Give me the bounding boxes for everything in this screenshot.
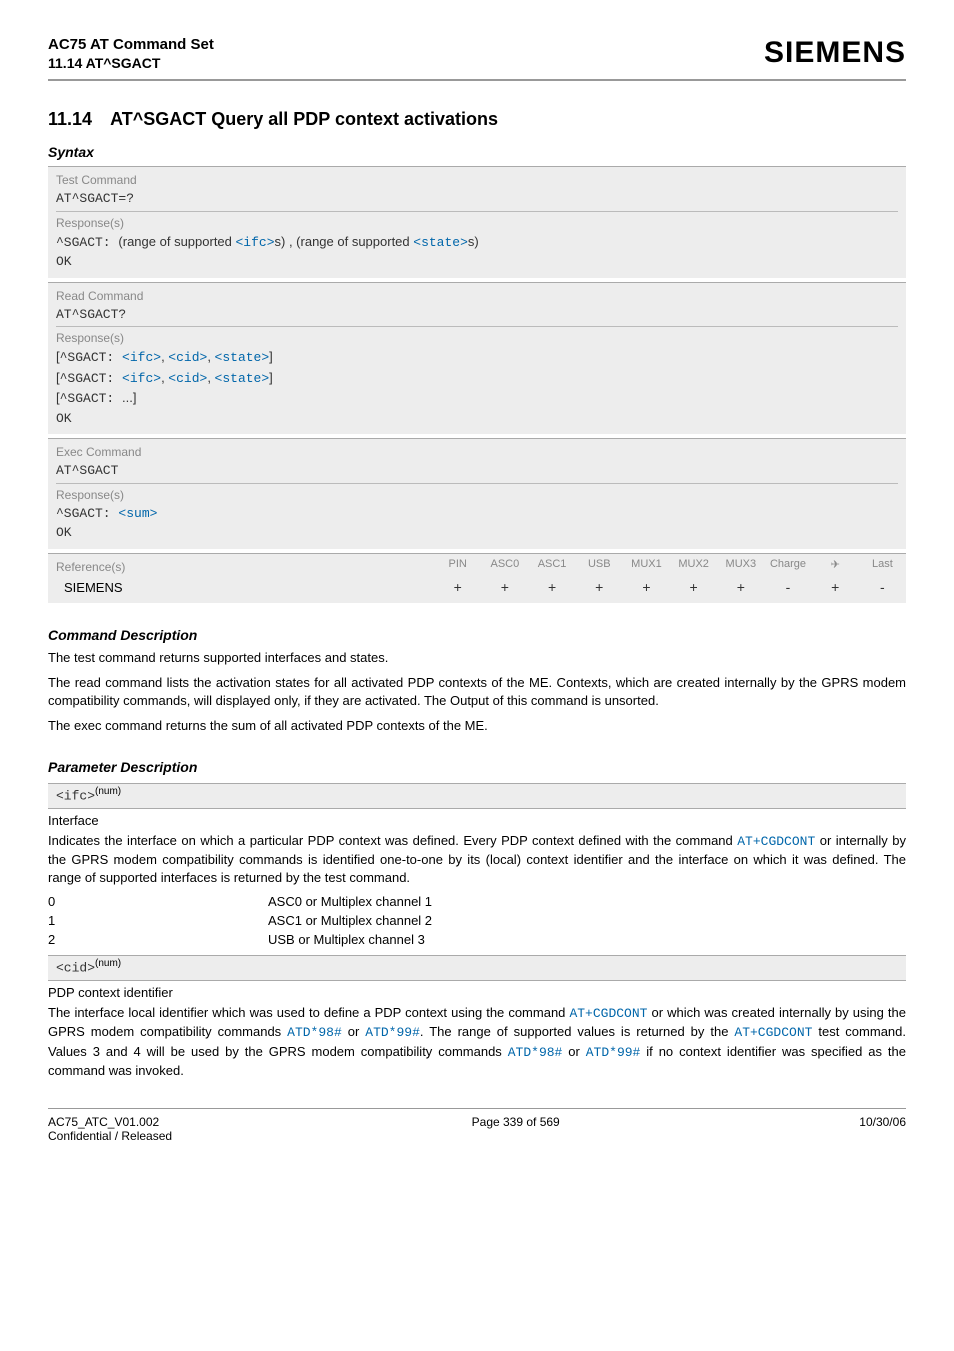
resp-p2: <state> <box>413 235 468 250</box>
page: AC75 AT Command Set 11.14 AT^SGACT SIEME… <box>0 0 954 1179</box>
ref-col-mux3: MUX3 <box>717 554 764 575</box>
param-ifc-sup: (num) <box>95 786 121 797</box>
exec-response-label: Response(s) <box>56 486 898 504</box>
exec-command-label: Exec Command <box>56 443 898 461</box>
ref-label: Reference(s) <box>56 558 426 576</box>
link-atd98[interactable]: ATD*98# <box>287 1025 342 1040</box>
param-cid-title: PDP context identifier <box>48 985 906 1000</box>
ref-row-label: SIEMENS <box>56 576 426 599</box>
link-atd98-2[interactable]: ATD*98# <box>508 1045 563 1060</box>
test-response-line: ^SGACT: (range of supported <ifc>s) , (r… <box>56 232 898 253</box>
resp-p1: <ifc> <box>236 235 275 250</box>
cmd-desc-p2: The read command lists the activation st… <box>48 674 906 709</box>
ref-val-pin: + <box>434 575 481 599</box>
read-response-line3: [^SGACT: ...] <box>56 388 898 409</box>
ref-val-usb: + <box>576 575 623 599</box>
resp-mid2: s) , (range of supported <box>275 234 414 249</box>
param-ifc-name: <ifc> <box>56 788 95 803</box>
page-footer: AC75_ATC_V01.002 Confidential / Released… <box>48 1108 906 1143</box>
siemens-logo: SIEMENS <box>764 36 906 70</box>
link-at-cgdcont-3[interactable]: AT+CGDCONT <box>734 1025 812 1040</box>
param-ifc-header: <ifc>(num) <box>48 783 906 809</box>
read-response-label: Response(s) <box>56 329 898 347</box>
ref-left-col: Reference(s) SIEMENS <box>48 554 434 603</box>
section-title-text: AT^SGACT Query all PDP context activatio… <box>110 109 498 129</box>
cmd-desc-p3: The exec command returns the sum of all … <box>48 717 906 735</box>
param-ifc-title: Interface <box>48 813 906 828</box>
param-cid-header: <cid>(num) <box>48 955 906 981</box>
resp-prefix: ^SGACT: <box>56 235 111 250</box>
ref-col-pin: PIN <box>434 554 481 575</box>
read-ok: OK <box>56 409 898 429</box>
ifc-row-0: 0 ASC0 or Multiplex channel 1 <box>48 894 906 909</box>
resp-mid3: s) <box>468 234 479 249</box>
ref-col-last: Last <box>859 554 906 575</box>
exec-ok: OK <box>56 523 898 543</box>
ref-header-row: PIN ASC0 ASC1 USB MUX1 MUX2 MUX3 Charge … <box>434 554 906 575</box>
command-description-label: Command Description <box>48 627 906 643</box>
doc-subtitle: 11.14 AT^SGACT <box>48 55 214 71</box>
param-cid-sup: (num) <box>95 958 121 969</box>
ref-val-asc0: + <box>481 575 528 599</box>
reference-table: Reference(s) SIEMENS PIN ASC0 ASC1 USB M… <box>48 553 906 603</box>
exec-command-block: Exec Command AT^SGACT Response(s) ^SGACT… <box>48 438 906 549</box>
ref-value-row: + + + + + + + - + - <box>434 575 906 599</box>
ifc-row-2: 2 USB or Multiplex channel 3 <box>48 932 906 947</box>
param-ifc-body: Indicates the interface on which a parti… <box>48 832 906 887</box>
section-heading: 11.14 AT^SGACT Query all PDP context acti… <box>48 109 906 130</box>
test-command-text: AT^SGACT=? <box>56 189 898 209</box>
resp-mid1: (range of supported <box>118 234 235 249</box>
link-atd99-2[interactable]: ATD*99# <box>586 1045 641 1060</box>
link-at-cgdcont-2[interactable]: AT+CGDCONT <box>569 1006 647 1021</box>
airplane-icon: ✈ <box>812 554 859 575</box>
ref-val-last: - <box>859 575 906 599</box>
page-header: AC75 AT Command Set 11.14 AT^SGACT SIEME… <box>48 36 906 81</box>
ref-val-air: + <box>812 575 859 599</box>
ifc-row-1: 1 ASC1 or Multiplex channel 2 <box>48 913 906 928</box>
cmd-desc-p1: The test command returns supported inter… <box>48 649 906 667</box>
test-ok: OK <box>56 252 898 272</box>
read-command-text: AT^SGACT? <box>56 305 898 325</box>
ref-val-mux2: + <box>670 575 717 599</box>
ref-col-usb: USB <box>576 554 623 575</box>
footer-right: 10/30/06 <box>859 1115 906 1143</box>
link-atd99[interactable]: ATD*99# <box>365 1025 420 1040</box>
test-command-label: Test Command <box>56 171 898 189</box>
ref-val-asc1: + <box>528 575 575 599</box>
exec-command-text: AT^SGACT <box>56 461 898 481</box>
link-at-cgdcont[interactable]: AT+CGDCONT <box>737 834 815 849</box>
read-command-label: Read Command <box>56 287 898 305</box>
read-response-line1: [^SGACT: <ifc>, <cid>, <state>] <box>56 347 898 368</box>
footer-left: AC75_ATC_V01.002 Confidential / Released <box>48 1115 172 1143</box>
ref-val-mux1: + <box>623 575 670 599</box>
syntax-label: Syntax <box>48 144 906 160</box>
doc-title: AC75 AT Command Set <box>48 36 214 53</box>
ref-val-charge: - <box>764 575 811 599</box>
header-left: AC75 AT Command Set 11.14 AT^SGACT <box>48 36 214 71</box>
footer-center: Page 339 of 569 <box>472 1115 560 1143</box>
ref-col-mux2: MUX2 <box>670 554 717 575</box>
section-number: 11.14 <box>48 109 92 130</box>
test-response-label: Response(s) <box>56 214 898 232</box>
parameter-description-label: Parameter Description <box>48 759 906 775</box>
ref-col-charge: Charge <box>764 554 811 575</box>
param-cid-body: The interface local identifier which was… <box>48 1004 906 1080</box>
ref-col-asc0: ASC0 <box>481 554 528 575</box>
exec-response-line: ^SGACT: <sum> <box>56 504 898 524</box>
ref-col-mux1: MUX1 <box>623 554 670 575</box>
test-command-block: Test Command AT^SGACT=? Response(s) ^SGA… <box>48 166 906 278</box>
param-cid-name: <cid> <box>56 960 95 975</box>
read-command-block: Read Command AT^SGACT? Response(s) [^SGA… <box>48 282 906 435</box>
ref-right-col: PIN ASC0 ASC1 USB MUX1 MUX2 MUX3 Charge … <box>434 554 906 603</box>
read-response-line2: [^SGACT: <ifc>, <cid>, <state>] <box>56 368 898 389</box>
ifc-value-table: 0 ASC0 or Multiplex channel 1 1 ASC1 or … <box>48 894 906 947</box>
ref-val-mux3: + <box>717 575 764 599</box>
ref-col-asc1: ASC1 <box>528 554 575 575</box>
